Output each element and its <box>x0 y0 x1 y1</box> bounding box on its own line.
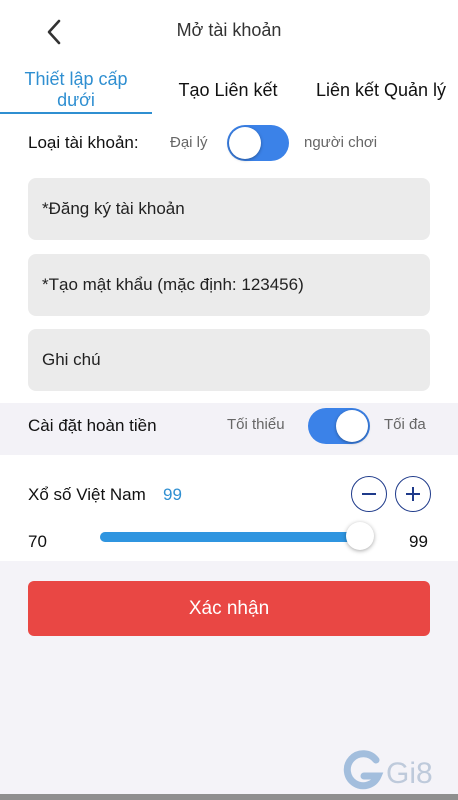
svg-text:Gi8: Gi8 <box>386 757 433 790</box>
active-tab-indicator <box>0 112 152 114</box>
top-bar: Mở tài khoản <box>0 0 458 64</box>
lottery-current-value: 99 <box>163 485 182 504</box>
tab-label-line2: dưới <box>57 90 95 110</box>
tab-label: Tạo Liên kết <box>178 79 278 100</box>
increase-button[interactable] <box>395 476 431 512</box>
slider-min-label: 70 <box>28 532 47 551</box>
rebate-slider-track[interactable] <box>100 532 360 542</box>
tab-subordinate-setup[interactable]: Thiết lập cấp dưới <box>0 64 152 116</box>
toggle-knob <box>336 410 368 442</box>
player-option-label: người chơi <box>304 134 378 151</box>
agent-option-label: Đại lý <box>170 134 208 151</box>
cashback-label: Cài đặt hoàn tiền <box>28 416 157 435</box>
minus-circle-icon <box>362 493 376 495</box>
confirm-label: Xác nhận <box>188 597 270 619</box>
account-type-toggle[interactable] <box>227 125 289 161</box>
tab-label: Liên kết Quản lý <box>315 79 447 100</box>
tab-label-line1: Thiết lập cấp <box>24 69 128 89</box>
cashback-min-label: Tối thiểu <box>227 416 285 433</box>
lottery-name: Xổ số Việt Nam <box>28 485 146 504</box>
decrease-button[interactable] <box>351 476 387 512</box>
tab-bar: Thiết lập cấp dưới Tạo Liên kết Liên kết… <box>0 64 458 116</box>
rebate-slider-fill <box>100 532 360 542</box>
toggle-knob <box>229 127 261 159</box>
tab-create-link[interactable]: Tạo Liên kết <box>152 64 304 116</box>
bottom-edge-bar <box>0 794 458 800</box>
cashback-max-label: Tối đa <box>384 416 426 433</box>
rebate-slider-thumb[interactable] <box>346 522 374 550</box>
slider-max-label: 99 <box>409 532 428 551</box>
tab-manage-links[interactable]: Liên kết Quản lý <box>304 64 458 116</box>
lottery-section <box>0 455 458 561</box>
password-input[interactable] <box>28 254 430 316</box>
note-input[interactable] <box>28 329 430 391</box>
cashback-toggle[interactable] <box>308 408 370 444</box>
account-type-label: Loại tài khoản: <box>28 133 139 152</box>
page-title: Mở tài khoản <box>176 20 282 40</box>
confirm-button[interactable]: Xác nhận <box>28 581 430 636</box>
gi8-watermark-logo: Gi8 <box>338 748 454 794</box>
username-input[interactable] <box>28 178 430 240</box>
plus-circle-icon <box>406 487 420 501</box>
